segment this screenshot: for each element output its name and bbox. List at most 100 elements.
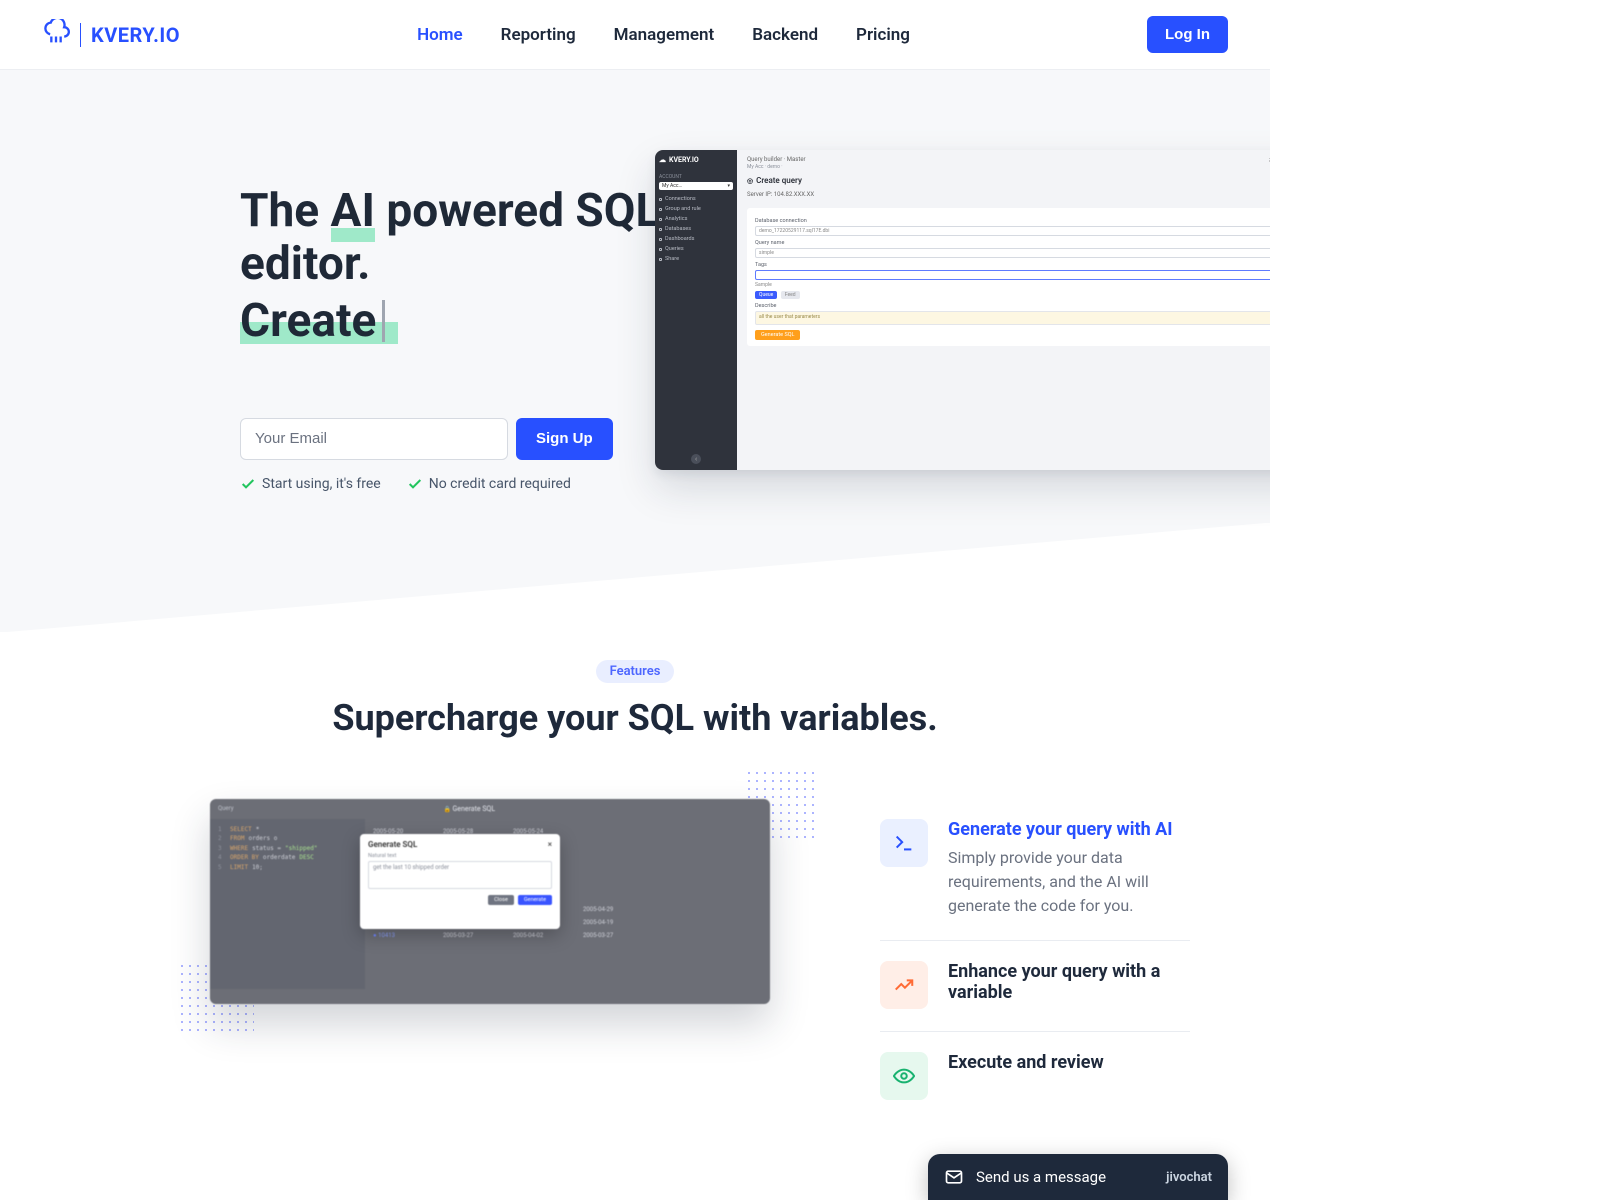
feature-preview: Query Generate SQL 1SELECT * 2FROM order…	[210, 799, 770, 1004]
feature-item-variable[interactable]: Enhance your query with a variable	[880, 940, 1190, 1031]
sidebar-item-label: Queries	[665, 246, 684, 252]
square-icon	[659, 248, 662, 251]
email-input[interactable]	[240, 418, 508, 460]
headline-typed: Create	[240, 294, 376, 348]
editor-kw: LIMIT	[230, 863, 248, 873]
brand-logo[interactable]: KVERY.IO	[42, 19, 180, 51]
label-db-connection: Database connection	[755, 218, 1270, 224]
main-nav: Home Reporting Management Backend Pricin…	[417, 25, 910, 45]
sidebar-item-label: Databases	[665, 226, 691, 232]
tag-sample: Sample	[755, 282, 1270, 288]
editor-kw: ORDER BY	[230, 853, 259, 863]
modal-title: Generate SQL	[368, 840, 417, 849]
sidebar-item-label: Dashboards	[665, 236, 694, 242]
nav-management[interactable]: Management	[614, 25, 715, 45]
field-query-name: simple	[755, 248, 1270, 258]
square-icon	[659, 238, 662, 241]
square-icon	[659, 208, 662, 211]
feature-list: Generate your query with AI Simply provi…	[880, 799, 1190, 1122]
terminal-icon	[880, 819, 928, 867]
check-icon	[240, 476, 256, 492]
field-describe: all the user that parameters	[755, 311, 1270, 325]
login-button[interactable]: Log In	[1147, 16, 1228, 53]
sidebar-item-label: Connections	[665, 196, 696, 202]
close-icon: ×	[548, 840, 552, 849]
preview-title-text: Create query	[756, 176, 802, 185]
benefit-no-card: No credit card required	[407, 476, 571, 492]
feature-item-title: Generate your query with AI	[948, 819, 1190, 840]
field-name-value: simple	[759, 250, 774, 256]
editor-rest: *	[256, 825, 260, 835]
modal-close-button: Close	[488, 895, 514, 905]
chevron-down-icon: ▾	[727, 183, 730, 189]
headline-typed-wrap: Create	[240, 295, 376, 348]
sidebar-item-connections: Connections	[659, 194, 733, 204]
chip-queue: Queue	[755, 291, 777, 299]
benefit-free-text: Start using, it's free	[262, 476, 381, 492]
editor-kw: FROM	[230, 834, 244, 844]
field-desc-value: all the user that parameters	[759, 314, 820, 320]
brand-name: KVERY.IO	[80, 23, 180, 47]
sidebar-item-analytics: Analytics	[659, 214, 733, 224]
top-label: Query	[218, 805, 234, 813]
preview-account-select: My Acc…▾	[659, 182, 733, 190]
sidebar-item-databases: Databases	[659, 224, 733, 234]
square-icon	[659, 218, 662, 221]
nav-reporting[interactable]: Reporting	[501, 25, 576, 45]
square-icon	[659, 258, 662, 261]
preview-breadcrumb-sub: My Acc · demo ·	[747, 164, 1270, 170]
field-tags	[755, 270, 1270, 280]
cell: 2005-03-27	[583, 932, 653, 939]
preview-account-label: ACCOUNT	[659, 174, 733, 180]
editor-str: "shipped"	[285, 844, 318, 854]
preview-logo-text: KVERY.IO	[669, 156, 699, 164]
field-db-connection: demo_17220529117.sql17E.dbi	[755, 226, 1270, 236]
modal-generate-button: Generate	[518, 895, 552, 905]
modal-textarea: get the last 10 shipped order	[368, 861, 552, 889]
hero-section: The AI powered SQL editor. Create Sign U…	[0, 70, 1270, 632]
sidebar-item-label: Analytics	[665, 216, 687, 222]
cloud-db-icon	[42, 19, 70, 51]
check-icon	[407, 476, 423, 492]
label-tags: Tags	[755, 262, 1270, 268]
editor-kw: SELECT	[230, 825, 252, 835]
chat-brand-text: jivochat	[1166, 1170, 1212, 1185]
preview-top-bar: Query Generate SQL	[210, 799, 770, 819]
signup-button[interactable]: Sign Up	[516, 418, 613, 460]
mail-icon	[944, 1167, 964, 1187]
modal-value: get the last 10 shipped order	[373, 864, 449, 871]
preview-breadcrumb: Query builder · Master	[747, 156, 1270, 163]
preview-sidebar: ☁ KVERY.IO ACCOUNT My Acc…▾ Connections …	[655, 150, 737, 470]
sidebar-item-label: Share	[665, 256, 679, 262]
editor-str: DESC	[299, 853, 313, 863]
editor-rest: status =	[252, 844, 281, 854]
nav-home[interactable]: Home	[417, 25, 463, 45]
preview-main: ☰ user@mail Query builder · Master My Ac…	[737, 150, 1270, 470]
preview-server-line: Server IP: 104.82.XXX.XX	[747, 191, 1270, 198]
editor-rest: 10;	[252, 863, 263, 873]
feature-item-title: Execute and review	[948, 1052, 1104, 1073]
sidebar-item-dashboards: Dashboards	[659, 234, 733, 244]
chat-widget[interactable]: Send us a message jivochat	[928, 1154, 1228, 1200]
product-preview: ☁ KVERY.IO ACCOUNT My Acc…▾ Connections …	[655, 150, 1270, 470]
feature-item-execute[interactable]: Execute and review	[880, 1031, 1190, 1122]
editor-kw: WHERE	[230, 844, 248, 854]
cell: 2005-04-19	[583, 919, 653, 926]
cell: 2005-04-02	[513, 932, 583, 939]
bell-icon: ☰	[1269, 158, 1270, 164]
cell: 2005-03-27	[443, 932, 513, 939]
headline-ai: AI	[331, 184, 375, 238]
cell: 2005-04-29	[583, 906, 653, 913]
trending-up-icon	[880, 961, 928, 1009]
nav-pricing[interactable]: Pricing	[856, 25, 910, 45]
preview-user-chip: ☰ user@mail	[1269, 156, 1270, 166]
nav-backend[interactable]: Backend	[752, 25, 818, 45]
feature-item-generate-ai[interactable]: Generate your query with AI Simply provi…	[880, 799, 1190, 940]
main-header: KVERY.IO Home Reporting Management Backe…	[0, 0, 1270, 70]
label-query-name: Query name	[755, 240, 1270, 246]
tab-generate-sql: Generate SQL	[444, 805, 496, 813]
editor-rest: orders o	[248, 834, 277, 844]
preview-form: ⚙ Database connection demo_17220529117.s…	[747, 208, 1270, 346]
label-describe: Describe	[755, 303, 1270, 309]
square-icon	[659, 198, 662, 201]
